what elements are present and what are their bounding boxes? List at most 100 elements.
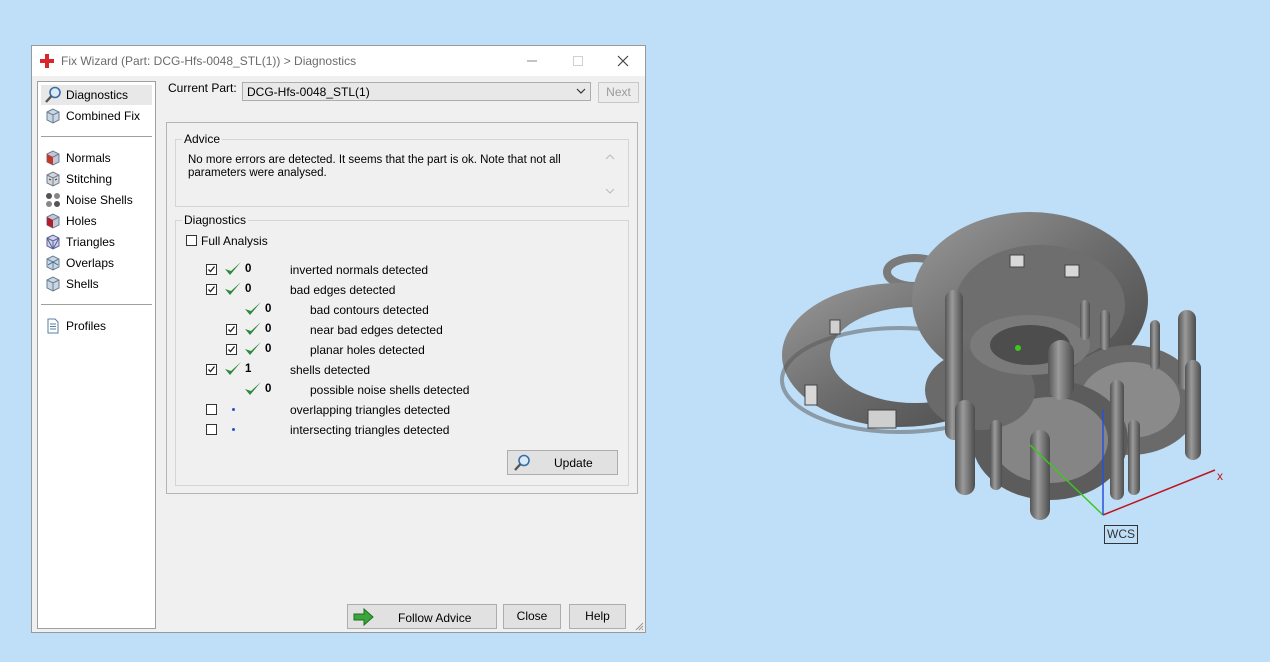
planar-holes-count: 0 [265, 343, 272, 355]
follow-advice-button[interactable]: Follow Advice [347, 604, 497, 629]
advice-text: No more errors are detected. It seems th… [188, 154, 561, 179]
maximize-icon [573, 56, 583, 66]
current-part-label: Current Part: [168, 81, 237, 95]
fix-wizard-dialog: Fix Wizard (Part: DCG-Hfs-0048_STL(1)) >… [31, 45, 646, 633]
sidebar-item-label: Holes [66, 214, 97, 228]
bad-edges-count: 0 [245, 283, 252, 295]
green-arrow-icon [353, 607, 374, 627]
close-icon [617, 55, 629, 67]
advice-title: Advice [182, 132, 223, 146]
minimize-button[interactable] [509, 46, 555, 76]
sidebar-item-holes[interactable]: Holes [41, 211, 152, 231]
normals-cube-icon [46, 150, 60, 166]
title-bar[interactable]: Fix Wizard (Part: DCG-Hfs-0048_STL(1)) >… [32, 46, 645, 76]
pending-dot-icon [232, 408, 235, 411]
near-bad-edges-checkbox[interactable] [226, 324, 237, 335]
overlapping-triangles-checkbox[interactable] [206, 404, 217, 415]
document-icon [47, 318, 59, 334]
noise-shells-count: 0 [265, 383, 272, 395]
checkmark-icon [245, 382, 261, 395]
magnifier-icon [514, 454, 530, 471]
checkmark-icon [225, 362, 241, 375]
sidebar-item-label: Profiles [66, 319, 107, 333]
triangles-cube-icon [46, 234, 60, 250]
close-button[interactable]: Close [503, 604, 561, 629]
sidebar-item-triangles[interactable]: Triangles [41, 232, 152, 252]
checkmark-icon [245, 342, 261, 355]
sidebar-divider [41, 136, 152, 137]
x-axis-label: x [1217, 469, 1223, 483]
sidebar-item-profiles[interactable]: Profiles [41, 316, 152, 336]
magnifier-icon [45, 86, 61, 103]
pivot-marker [1015, 345, 1021, 351]
minimize-icon [527, 60, 537, 62]
planar-holes-label: planar holes detected [310, 343, 425, 357]
sidebar-item-label: Combined Fix [66, 109, 141, 123]
checkmark-icon [245, 322, 261, 335]
wcs-label: WCS [1104, 525, 1138, 544]
maximize-button[interactable] [555, 46, 601, 76]
checkmark-icon [245, 302, 261, 315]
sidebar-item-label: Overlaps [66, 256, 115, 270]
cube-icon [46, 108, 60, 124]
noise-shells-label: possible noise shells detected [310, 383, 470, 397]
pending-dot-icon [232, 428, 235, 431]
shells-checkbox[interactable] [206, 364, 217, 375]
advice-scrollbar[interactable] [602, 151, 618, 197]
shells-count: 1 [245, 363, 252, 375]
update-label: Update [554, 456, 593, 470]
wizard-sidebar: Diagnostics Combined Fix Normals Stitchi… [37, 81, 156, 629]
resize-grip-icon[interactable] [634, 621, 644, 631]
bad-contours-count: 0 [265, 303, 272, 315]
sidebar-item-noise-shells[interactable]: Noise Shells [41, 190, 152, 210]
checkmark-icon [225, 282, 241, 295]
inverted-normals-checkbox[interactable] [206, 264, 217, 275]
intersecting-triangles-checkbox[interactable] [206, 424, 217, 435]
sidebar-item-combined-fix[interactable]: Combined Fix [41, 106, 152, 126]
sidebar-item-shells[interactable]: Shells [41, 274, 152, 294]
update-button[interactable]: Update [507, 450, 618, 475]
sidebar-item-label: Diagnostics [66, 88, 129, 102]
current-part-select[interactable]: DCG-Hfs-0048_STL(1) [242, 82, 591, 101]
near-bad-edges-label: near bad edges detected [310, 323, 443, 337]
sidebar-item-label: Stitching [66, 172, 113, 186]
near-bad-edges-count: 0 [265, 323, 272, 335]
sidebar-item-label: Shells [66, 277, 99, 291]
sidebar-item-stitching[interactable]: Stitching [41, 169, 152, 189]
sidebar-divider [41, 304, 152, 305]
stitching-cube-icon [46, 171, 60, 187]
help-button[interactable]: Help [569, 604, 626, 629]
chevron-down-icon [576, 88, 586, 94]
shells-cube-icon [46, 276, 60, 292]
overlapping-triangles-label: overlapping triangles detected [290, 403, 451, 417]
sidebar-item-diagnostics[interactable]: Diagnostics [41, 85, 152, 105]
holes-cube-icon [46, 213, 60, 229]
close-window-button[interactable] [600, 46, 646, 76]
noise-shells-icon [46, 193, 60, 207]
inverted-normals-label: inverted normals detected [290, 263, 429, 277]
sidebar-item-normals[interactable]: Normals [41, 148, 152, 168]
planar-holes-checkbox[interactable] [226, 344, 237, 355]
current-part-value: DCG-Hfs-0048_STL(1) [247, 85, 370, 99]
diagnostics-title: Diagnostics [182, 213, 249, 227]
full-analysis-checkbox[interactable] [186, 235, 197, 246]
sidebar-item-label: Normals [66, 151, 111, 165]
bad-edges-checkbox[interactable] [206, 284, 217, 295]
sidebar-item-label: Noise Shells [66, 193, 133, 207]
intersecting-triangles-label: intersecting triangles detected [290, 423, 450, 437]
checkmark-icon [225, 262, 241, 275]
sidebar-item-overlaps[interactable]: Overlaps [41, 253, 152, 273]
bad-contours-label: bad contours detected [310, 303, 429, 317]
overlaps-cube-icon [46, 255, 60, 271]
shells-label: shells detected [290, 363, 371, 377]
follow-advice-label: Follow Advice [398, 611, 472, 625]
red-cross-icon [40, 54, 54, 68]
scroll-arrows-icon [605, 154, 615, 194]
inverted-normals-count: 0 [245, 263, 252, 275]
bad-edges-label: bad edges detected [290, 283, 396, 297]
3d-model-viewport[interactable]: x [770, 205, 1240, 555]
sidebar-item-label: Triangles [66, 235, 115, 249]
next-button[interactable]: Next [598, 82, 639, 103]
window-title: Fix Wizard (Part: DCG-Hfs-0048_STL(1)) >… [61, 54, 357, 68]
full-analysis-label: Full Analysis [201, 234, 268, 248]
